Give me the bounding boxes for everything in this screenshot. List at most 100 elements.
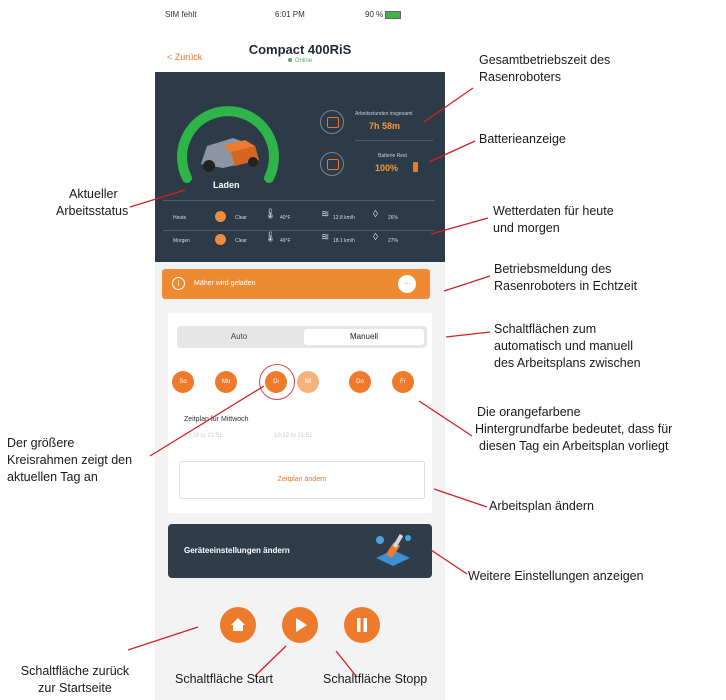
annotation-weather: Wetterdaten für heute und morgen — [493, 203, 614, 237]
dashboard-panel: Laden Arbeitsstunden insgesamt 7h 58m Ba… — [155, 72, 445, 262]
humidity-icon: ◊ — [373, 232, 378, 243]
annotation-total-runtime: Gesamtbetriebszeit des Rasenroboters — [479, 52, 610, 86]
mode-auto-tab[interactable]: Auto — [180, 329, 298, 345]
annotation-status: Aktueller Arbeitsstatus — [56, 186, 128, 220]
annotation-line: Gesamtbetriebszeit des — [479, 53, 611, 67]
annotation-more-settings: Weitere Einstellungen anzeigen — [468, 568, 644, 585]
phone-screen: SIM fehlt 6:01 PM 90 % < Zurück Compact … — [155, 0, 445, 700]
weather-humidity: 26% — [388, 215, 399, 221]
annotation-line: zur Startseite — [38, 681, 112, 695]
annotation-message: Betriebsmeldung des Rasenroboters in Ech… — [494, 261, 637, 295]
clock-label: 6:01 PM — [275, 10, 305, 19]
online-dot-icon — [287, 58, 292, 63]
annotation-battery: Batterieanzeige — [479, 131, 566, 148]
wind-icon: ≋ — [321, 209, 330, 220]
schedule-card: Auto Manuell So Mo Di Mi Do Fr Zeitplan … — [168, 313, 432, 513]
annotation-line: Arbeitsstatus — [56, 204, 129, 218]
status-gauge-icon — [177, 106, 279, 183]
weather-humidity: 27% — [388, 238, 399, 244]
weather-condition: Clear — [235, 238, 247, 244]
annotation-line: Rasenroboters in Echtzeit — [494, 279, 638, 293]
info-icon: i — [172, 277, 185, 290]
annotation-orange: Die orangefarbene Hintergrundfarbe bedeu… — [475, 404, 672, 455]
annotation-line: Arbeitsplan ändern — [489, 499, 594, 513]
weather-temp: 49°F — [280, 238, 291, 244]
battery-calendar-icon — [320, 152, 344, 176]
annotation-line: Schaltfläche Start — [175, 672, 273, 686]
annotation-line: aktuellen Tag an — [7, 470, 98, 484]
annotation-stop: Schaltfläche Stopp — [323, 671, 427, 688]
annotation-start: Schaltfläche Start — [175, 671, 273, 688]
day-button-so[interactable]: So — [172, 371, 194, 393]
annotation-line: Weitere Einstellungen anzeigen — [468, 569, 644, 583]
connection-label: Online — [294, 58, 313, 64]
annotation-mode: Schaltflächen zum automatisch und manuel… — [494, 321, 641, 372]
device-settings-label: Geräteeinstellungen ändern — [184, 546, 290, 555]
battery-value: 100% — [375, 163, 399, 173]
weather-day: Morgen — [173, 238, 190, 244]
thermometer-icon: 🌡 — [264, 209, 277, 220]
mode-manual-tab[interactable]: Manuell — [304, 329, 424, 345]
sun-icon — [215, 234, 226, 245]
battery-percent: 90 % — [365, 10, 384, 19]
wind-icon: ≋ — [321, 232, 330, 243]
weather-wind: 12.8 km/h — [333, 215, 355, 221]
banner-message: Mäher wird geladen — [194, 280, 256, 287]
info-divider — [355, 140, 433, 141]
annotation-line: Schaltfläche zurück — [20, 664, 130, 678]
pause-icon — [357, 618, 367, 632]
battery-status: 90 % — [365, 10, 402, 19]
sun-icon — [215, 211, 226, 222]
weather-day: Heute — [173, 215, 187, 221]
schedule-time: 10:19 to 21:51 — [274, 433, 313, 439]
clock-calendar-icon — [320, 110, 344, 134]
more-button[interactable]: ... — [398, 275, 416, 293]
weather-wind: 18.1 km/h — [333, 238, 355, 244]
annotation-line: Batterieanzeige — [479, 132, 566, 146]
status-bar: SIM fehlt 6:01 PM 90 % — [155, 0, 445, 30]
worktime-value: 7h 58m — [369, 121, 401, 131]
page-title: Compact 400RiS — [248, 42, 352, 57]
annotation-line: Hintergrundfarbe bedeutet, dass für — [475, 422, 673, 436]
annotation-line: Die orangefarbene — [477, 405, 581, 419]
status-banner: i Mäher wird geladen ... — [162, 269, 430, 299]
humidity-icon: ◊ — [373, 209, 378, 220]
home-icon — [231, 618, 245, 631]
weather-condition: Clear — [235, 215, 247, 221]
day-button-do[interactable]: Do — [349, 371, 371, 393]
day-button-mi[interactable]: Mi — [297, 371, 319, 393]
schedule-time: 10:19 to 21:51 — [184, 433, 223, 439]
annotation-line: Der größere — [7, 436, 75, 450]
annotation-line: Aktueller — [69, 187, 118, 201]
connection-status: Online — [155, 58, 445, 64]
home-button[interactable] — [220, 607, 256, 643]
thermometer-icon: 🌡 — [264, 232, 277, 243]
battery-icon — [385, 10, 402, 19]
day-button-di[interactable]: Di — [265, 371, 287, 393]
annotation-line: Kreisrahmen zeigt den — [7, 453, 133, 467]
annotation-line: diesen Tag ein Arbeitsplan vorliegt — [479, 439, 669, 453]
annotation-line: und morgen — [493, 221, 560, 235]
annotation-home: Schaltfläche zurück zur Startseite — [10, 663, 140, 697]
weather-divider-top — [163, 200, 435, 201]
tools-illustration-icon — [376, 533, 411, 566]
annotation-line: Wetterdaten für heute — [493, 204, 614, 218]
worktime-title: Arbeitsstunden insgesamt — [355, 111, 413, 117]
annotation-line: des Arbeitsplans zwischen — [494, 356, 641, 370]
device-settings-button[interactable]: Geräteeinstellungen ändern — [168, 524, 432, 578]
annotation-line: automatisch und manuell — [494, 339, 633, 353]
change-schedule-button[interactable]: Zeitplan ändern — [179, 461, 425, 499]
start-button[interactable] — [282, 607, 318, 643]
mode-switch: Auto Manuell — [177, 326, 427, 348]
annotation-line: Betriebsmeldung des — [494, 262, 612, 276]
schedule-title: Zeitplan für Mittwoch — [184, 416, 249, 423]
battery-level-icon — [413, 162, 418, 172]
mower-icon — [201, 138, 259, 172]
day-button-mo[interactable]: Mo — [215, 371, 237, 393]
stop-button[interactable] — [344, 607, 380, 643]
carrier-label: SIM fehlt — [165, 10, 197, 19]
play-icon — [296, 618, 307, 632]
nav-bar: < Zurück Compact 400RiS Online — [155, 30, 445, 72]
annotation-line: Schaltflächen zum — [494, 322, 597, 336]
day-button-fr[interactable]: Fr — [392, 371, 414, 393]
